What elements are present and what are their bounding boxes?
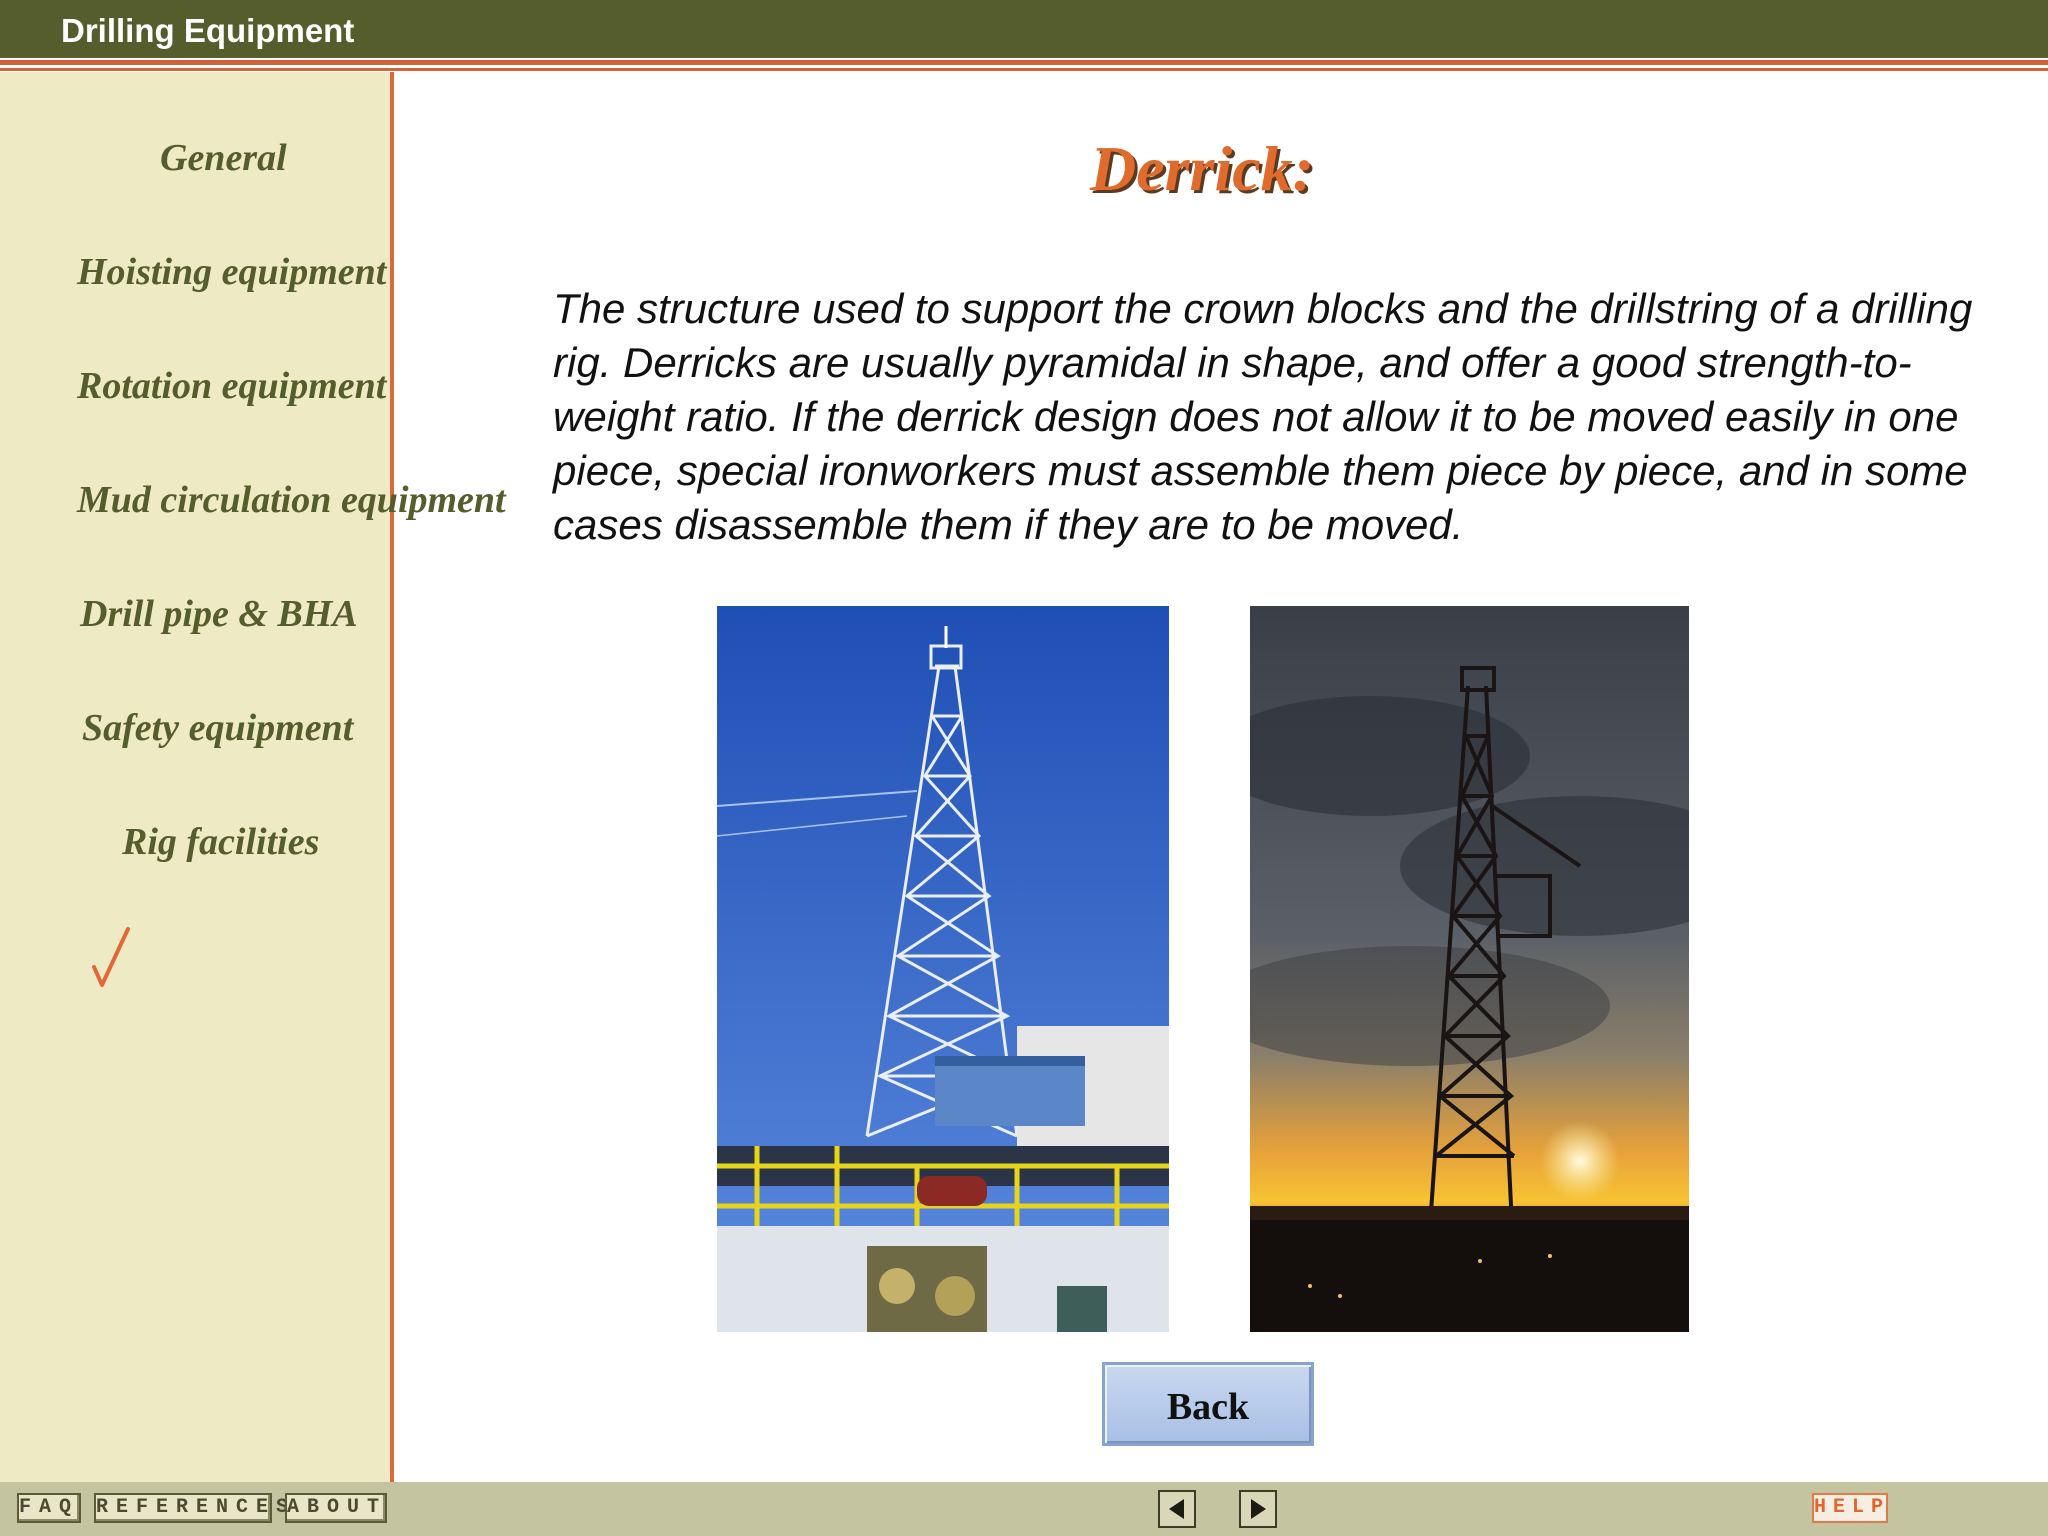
next-page-button[interactable] xyxy=(1239,1490,1277,1528)
previous-page-button[interactable] xyxy=(1158,1490,1196,1528)
faq-button[interactable]: FAQ xyxy=(17,1493,81,1523)
references-button[interactable]: REFERENCES xyxy=(94,1493,288,1523)
header-rule-bottom xyxy=(0,68,2048,71)
sidebar-item-general[interactable]: General xyxy=(160,136,287,180)
about-button[interactable]: ABOUT xyxy=(285,1493,387,1523)
derrick-photo-sunset xyxy=(1250,606,1689,1332)
sidebar-item-drill-pipe-bha[interactable]: Drill pipe & BHA xyxy=(80,592,358,636)
triangle-right-icon xyxy=(1251,1499,1266,1519)
sidebar-item-rig-facilities[interactable]: Rig facilities xyxy=(122,820,319,864)
sidebar-item-rotation-equipment[interactable]: Rotation equipment xyxy=(77,364,386,408)
header-rule-top xyxy=(0,60,2048,65)
app-header: Drilling Equipment xyxy=(0,0,2048,58)
triangle-left-icon xyxy=(1169,1499,1184,1519)
help-button[interactable]: HELP xyxy=(1812,1493,1888,1523)
sidebar-item-safety-equipment[interactable]: Safety equipment xyxy=(82,706,353,750)
sidebar-item-mud-circulation-equipment[interactable]: Mud circulation equipment xyxy=(77,478,506,522)
sidebar-item-hoisting-equipment[interactable]: Hoisting equipment xyxy=(77,250,386,294)
app-title: Drilling Equipment xyxy=(61,12,355,49)
back-button[interactable]: Back xyxy=(1102,1362,1314,1446)
description-text: The structure used to support the crown … xyxy=(553,285,1973,548)
checkmark-icon xyxy=(92,927,130,987)
sidebar-divider xyxy=(390,72,394,1482)
page-title: Derrick: xyxy=(1090,133,1314,204)
derrick-photo-daylight xyxy=(717,606,1169,1332)
